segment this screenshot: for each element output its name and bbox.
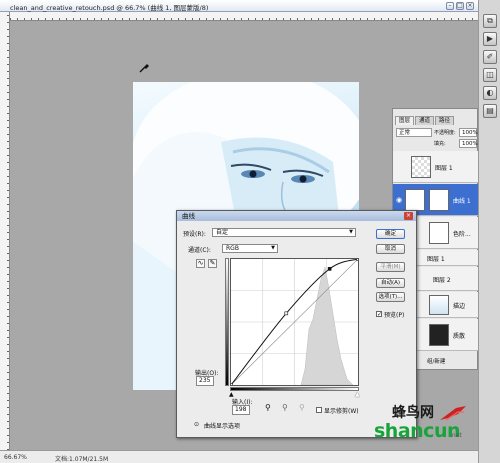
white-point-slider-icon[interactable]: ▲	[355, 391, 360, 398]
auto-button[interactable]: 自动(A)	[376, 278, 405, 288]
output-field[interactable]: 235	[196, 376, 214, 386]
curve-control-point[interactable]	[284, 311, 289, 316]
layer-thumbnail	[429, 222, 449, 244]
opacity-field[interactable]: 100%	[459, 128, 478, 137]
document-title-bar: clean_and_creative_retouch.psd @ 66.7% (…	[0, 0, 478, 12]
fill-field[interactable]: 100%	[459, 139, 478, 148]
brush-icon[interactable]: ✐	[483, 50, 497, 64]
input-gradient-bar	[230, 387, 359, 391]
tab-channels[interactable]: 通道	[415, 116, 435, 125]
layer-name: 曲线 1	[453, 198, 471, 205]
actions-icon[interactable]: ▶	[483, 32, 497, 46]
preview-label: 预览(P)	[384, 312, 405, 319]
expand-options-icon[interactable]: ⊙	[194, 421, 199, 428]
close-button[interactable]: ×	[466, 2, 474, 10]
curves-adjustment-icon	[405, 189, 425, 211]
layer-name: 图层 1	[427, 256, 445, 263]
histogram	[300, 266, 354, 385]
blend-mode-select[interactable]: 正常	[396, 128, 432, 137]
opacity-label: 不透明度:	[434, 130, 456, 136]
watermark-suffix: .net	[450, 432, 462, 439]
channel-value: RGB	[226, 245, 239, 252]
fill-label: 填充:	[434, 141, 446, 147]
chevron-down-icon: ▼	[271, 245, 275, 251]
watermark-chinese: 蜂鸟网	[392, 405, 434, 421]
tab-paths[interactable]: 路径	[435, 116, 455, 125]
layer-thumbnail	[411, 156, 431, 178]
ok-button[interactable]: 确定	[376, 229, 405, 239]
channel-label: 通道(C):	[188, 247, 211, 254]
vertical-ruler[interactable]	[0, 12, 10, 450]
white-eyedropper-icon[interactable]: ⚲	[299, 403, 305, 412]
curve-graph[interactable]	[230, 258, 359, 386]
edit-points-curve-icon[interactable]: ∿	[196, 259, 205, 268]
curve-control-point[interactable]	[327, 267, 332, 271]
pencil-icon[interactable]: ✎	[208, 259, 217, 268]
preview-checkbox[interactable]: ✓	[376, 311, 382, 318]
display-options-label[interactable]: 曲线显示选项	[204, 421, 240, 430]
document-title: clean_and_creative_retouch.psd @ 66.7% (…	[10, 4, 209, 12]
layer-name: 图层 2	[433, 277, 451, 284]
navigator-icon[interactable]: ◫	[483, 68, 497, 82]
curve-graph-svg	[231, 259, 358, 385]
output-gradient-bar	[225, 258, 229, 386]
layers-icon[interactable]: ▤	[483, 104, 497, 118]
show-clipping-checkbox[interactable]	[316, 407, 322, 413]
input-field[interactable]: 198	[232, 405, 250, 415]
layer-mask-thumbnail[interactable]	[429, 189, 449, 211]
layer-thumbnail	[429, 324, 449, 346]
eyedropper-cursor-icon	[139, 64, 149, 73]
smooth-button[interactable]: 平滑(M)	[376, 262, 405, 272]
minimize-button[interactable]: –	[446, 2, 454, 10]
gray-eyedropper-icon[interactable]: ⚲	[282, 403, 288, 412]
layer-row[interactable]: 图层 1	[393, 151, 479, 183]
adjustments-icon[interactable]: ◐	[483, 86, 497, 100]
dialog-title: 曲线	[177, 211, 416, 221]
channel-dropdown[interactable]: RGB ▼	[222, 244, 278, 253]
history-icon[interactable]: ⧉	[483, 14, 497, 28]
document-size: 文档:1.07M/21.5M	[55, 456, 109, 463]
watermark-english: shancun	[374, 420, 461, 442]
layer-name: 色阶...	[453, 231, 471, 238]
status-bar: 66.67% 文档:1.07M/21.5M	[0, 450, 478, 463]
right-tool-strip: ⧉ ▶ ✐ ◫ ◐ ▤	[478, 0, 500, 463]
options-button[interactable]: 选项(T)...	[376, 292, 405, 302]
curve-control-point[interactable]	[231, 383, 233, 386]
layer-name: 描边	[453, 303, 466, 310]
horizontal-ruler[interactable]	[10, 12, 478, 21]
tab-layers[interactable]: 图层	[395, 116, 415, 125]
preset-dropdown[interactable]: 自定 ▼	[212, 228, 356, 237]
layer-name: 图层 1	[435, 165, 453, 172]
layer-name: 质散	[453, 333, 466, 340]
maximize-button[interactable]: □	[456, 2, 464, 10]
close-icon[interactable]: ×	[404, 212, 413, 220]
layer-thumbnail	[429, 295, 449, 315]
eye-icon[interactable]: ◉	[396, 196, 402, 204]
show-clipping-label: 显示修剪(W)	[324, 408, 359, 415]
cancel-button[interactable]: 取消	[376, 244, 405, 254]
black-eyedropper-icon[interactable]: ⚲	[265, 403, 271, 412]
preset-label: 预设(R):	[183, 231, 206, 238]
watermark-logo: 蜂鸟网 shancun .net	[370, 402, 478, 448]
chevron-down-icon: ▼	[349, 229, 353, 235]
preset-value: 自定	[216, 229, 229, 236]
bird-logo-icon	[440, 406, 466, 421]
layers-footer: 组/新建	[427, 359, 446, 365]
zoom-level[interactable]: 66.67%	[4, 454, 27, 461]
curve-control-point[interactable]	[356, 259, 359, 261]
